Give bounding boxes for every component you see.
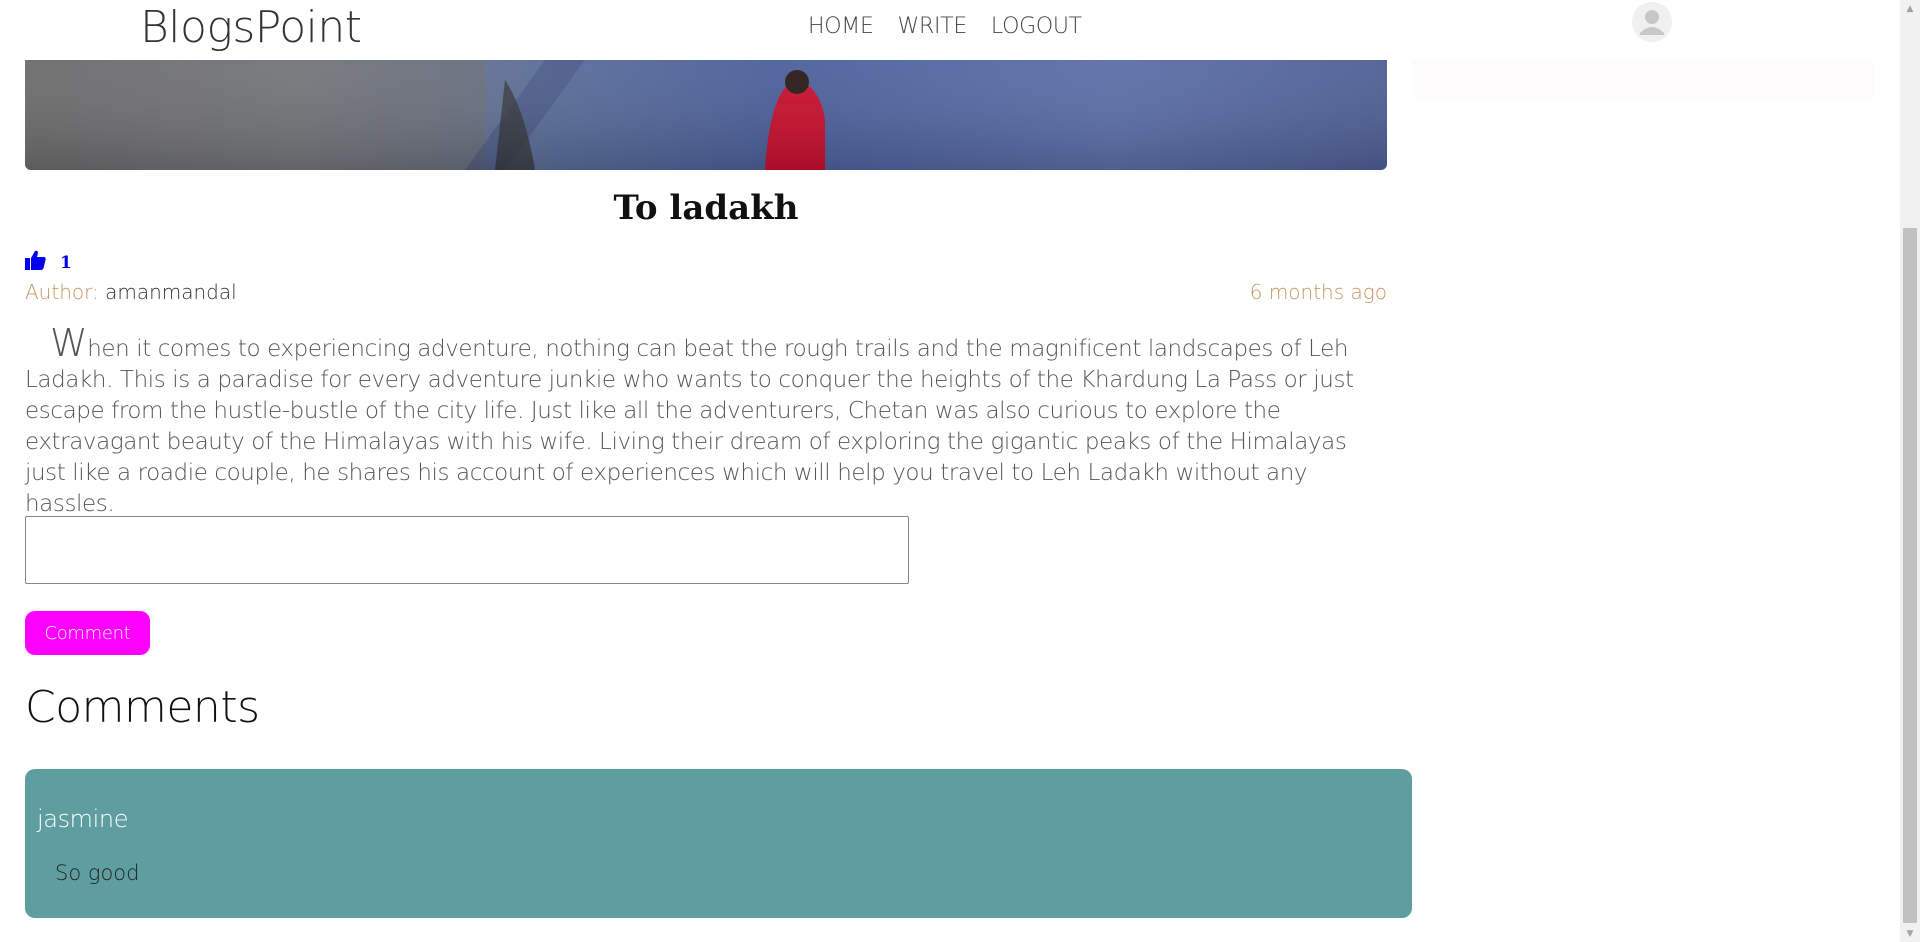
main-nav: HOME WRITE LOGOUT: [808, 14, 1082, 39]
top-navbar: BlogsPoint HOME WRITE LOGOUT: [0, 0, 1900, 60]
post-time: 6 months ago: [1249, 280, 1387, 304]
user-avatar-icon[interactable]: [1632, 2, 1672, 42]
post-body: When it comes to experiencing adventure,…: [25, 324, 1387, 520]
scroll-up-arrow-icon[interactable]: ▲: [1900, 0, 1920, 17]
comment-author: jasmine: [37, 805, 129, 833]
post-body-text: hen it comes to experiencing adventure, …: [25, 336, 1354, 517]
post-author: Author: amanmandal: [25, 280, 237, 304]
site-logo[interactable]: BlogsPoint: [140, 2, 362, 53]
page: BlogsPoint HOME WRITE LOGOUT To ladakh 1…: [0, 0, 1920, 942]
post-cover-image: [25, 60, 1387, 170]
like-button[interactable]: 1: [25, 250, 72, 275]
post-body-first-letter: W: [50, 321, 88, 365]
scrollbar-thumb[interactable]: [1903, 228, 1917, 923]
post-meta: Author: amanmandal 6 months ago: [25, 280, 1387, 310]
author-label: Author:: [25, 280, 99, 304]
nav-logout[interactable]: LOGOUT: [991, 14, 1082, 39]
scroll-down-arrow-icon[interactable]: ▼: [1900, 925, 1920, 942]
author-name[interactable]: amanmandal: [105, 280, 237, 304]
comments-heading: Comments: [25, 682, 260, 733]
like-count: 1: [60, 252, 72, 273]
sidebar-card: [1412, 60, 1874, 100]
nav-write[interactable]: WRITE: [898, 14, 968, 39]
vertical-scrollbar[interactable]: ▲ ▼: [1900, 0, 1920, 942]
thumbs-up-icon[interactable]: [25, 250, 46, 275]
comment-input[interactable]: [25, 516, 909, 584]
comment-text: So good: [55, 861, 140, 885]
comment-button[interactable]: Comment: [25, 611, 150, 655]
post-title: To ladakh: [613, 188, 799, 228]
nav-home[interactable]: HOME: [808, 14, 874, 39]
comment-card: jasmine So good: [25, 769, 1412, 918]
